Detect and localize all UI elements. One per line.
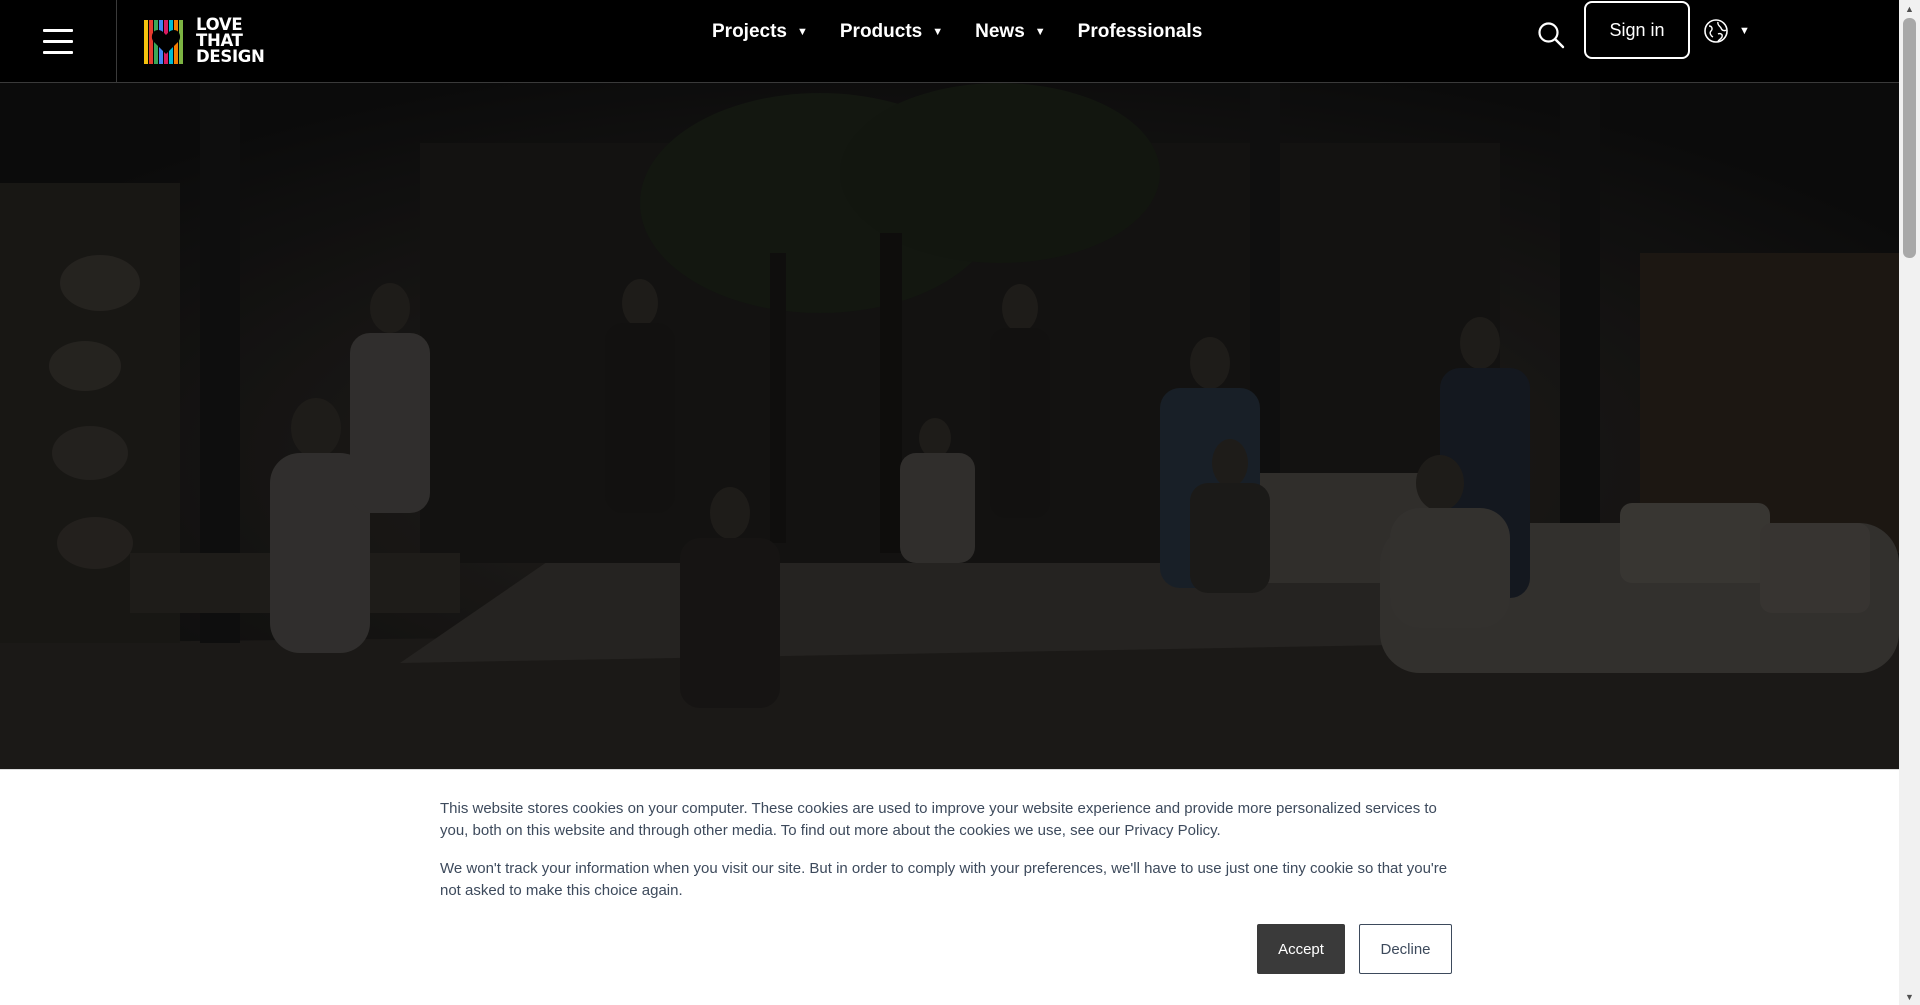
caret-down-icon: ▼: [932, 25, 944, 38]
logo-text: LOVE THAT DESIGN: [196, 16, 265, 66]
nav-item-professionals[interactable]: Professionals: [1078, 21, 1203, 43]
scroll-up-arrow-icon[interactable]: ▲: [1899, 0, 1920, 17]
decline-cookies-button[interactable]: Decline: [1359, 924, 1452, 974]
caret-down-icon: ▼: [796, 25, 808, 38]
main-nav: Projects ▼ Products ▼ News ▼ Professiona…: [712, 0, 1234, 63]
site-header: LOVE THAT DESIGN Projects ▼ Products ▼ N…: [0, 0, 1899, 83]
sign-in-label: Sign in: [1609, 19, 1665, 40]
sign-in-button[interactable]: Sign in: [1584, 1, 1690, 59]
page-scrollbar[interactable]: ▲ ▼: [1899, 0, 1920, 1005]
logo[interactable]: LOVE THAT DESIGN: [144, 0, 265, 83]
cookie-message: This website stores cookies on your comp…: [440, 798, 1450, 918]
search-icon[interactable]: [1536, 20, 1566, 50]
nav-label-projects: Projects: [712, 20, 787, 42]
nav-label-products: Products: [839, 20, 923, 42]
nav-item-products[interactable]: Products ▼: [840, 21, 943, 43]
globe-icon: [1704, 19, 1728, 43]
nav-item-projects[interactable]: Projects ▼: [712, 21, 808, 43]
accept-cookies-button[interactable]: Accept: [1257, 924, 1345, 974]
logo-line-design: DESIGN: [196, 47, 265, 66]
cookie-banner: This website stores cookies on your comp…: [0, 769, 1899, 1005]
nav-item-news[interactable]: News ▼: [975, 21, 1046, 43]
scrollbar-thumb[interactable]: [1903, 18, 1916, 258]
caret-down-icon: ▼: [1739, 25, 1750, 37]
cookie-paragraph-1: This website stores cookies on your comp…: [440, 800, 1437, 839]
language-selector[interactable]: ▼: [1703, 18, 1750, 44]
nav-label-news: News: [975, 20, 1025, 42]
scroll-down-arrow-icon[interactable]: ▼: [1899, 988, 1920, 1005]
hero-image: [0, 83, 1899, 769]
nav-label-professionals: Professionals: [1077, 20, 1203, 42]
hamburger-menu-icon[interactable]: [0, 0, 117, 83]
cookie-paragraph-2: We won't track your information when you…: [440, 860, 1448, 899]
caret-down-icon: ▼: [1034, 25, 1046, 38]
love-that-design-logo-icon: [144, 20, 183, 64]
